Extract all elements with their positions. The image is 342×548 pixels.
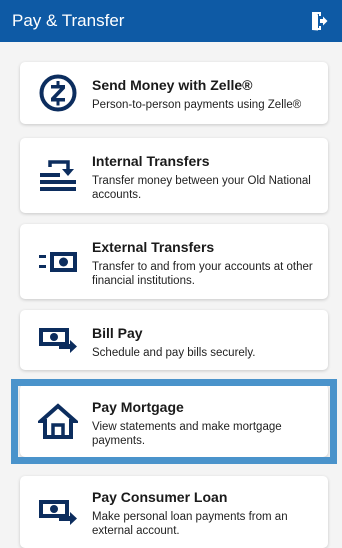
card-title: Bill Pay	[92, 325, 143, 341]
card-title: Internal Transfers	[92, 153, 210, 169]
card-description: Transfer to and from your accounts at ot…	[92, 261, 313, 287]
internal-transfer-icon	[36, 156, 80, 196]
card-title: Pay Mortgage	[92, 399, 184, 415]
card-pay-mortgage[interactable]: Pay Mortgage View statements and make mo…	[20, 384, 328, 457]
app-header: Pay & Transfer	[0, 0, 342, 42]
card-title: Send Money with Zelle®	[92, 77, 253, 93]
bill-pay-icon	[36, 320, 80, 360]
card-internal-transfers[interactable]: Internal Transfers Transfer money betwee…	[20, 138, 328, 213]
page-title: Pay & Transfer	[12, 11, 125, 30]
card-bill-pay[interactable]: Bill Pay Schedule and pay bills securely…	[20, 310, 328, 370]
card-title: Pay Consumer Loan	[92, 489, 228, 505]
card-title: External Transfers	[92, 239, 215, 255]
zelle-icon	[36, 73, 80, 113]
card-send-money-zelle[interactable]: Send Money with Zelle® Person-to-person …	[20, 62, 328, 124]
loan-payment-icon	[36, 492, 80, 532]
card-description: View statements and make mortgage paymen…	[92, 421, 282, 447]
card-external-transfers[interactable]: External Transfers Transfer to and from …	[20, 224, 328, 299]
exit-icon[interactable]	[308, 10, 330, 32]
card-description: Make personal loan payments from an exte…	[92, 511, 288, 537]
card-description: Person-to-person payments using Zelle®	[92, 99, 302, 111]
home-icon	[36, 401, 80, 441]
card-pay-consumer-loan[interactable]: Pay Consumer Loan Make personal loan pay…	[20, 476, 328, 548]
card-description: Transfer money between your Old National…	[92, 175, 311, 201]
external-transfer-icon	[36, 242, 80, 282]
card-description: Schedule and pay bills securely.	[92, 347, 256, 359]
